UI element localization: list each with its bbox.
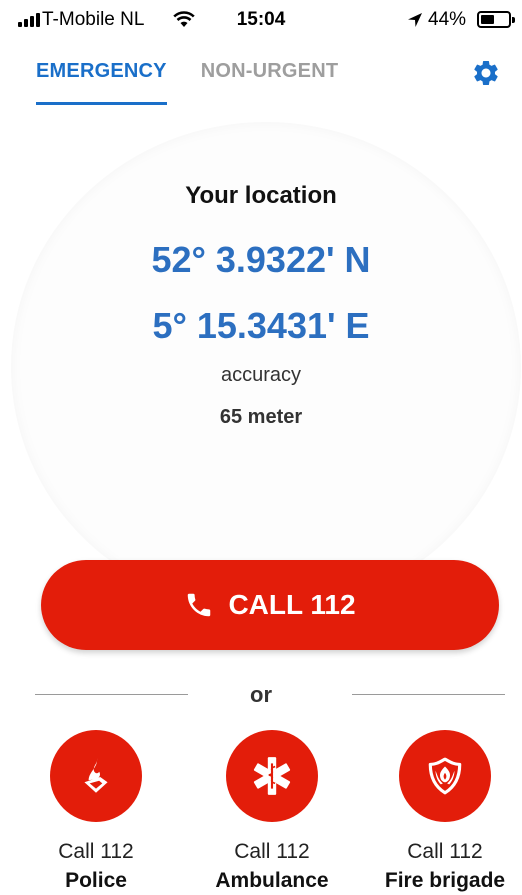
fire-brigade-line2: Fire brigade xyxy=(384,869,506,892)
star-of-life-icon xyxy=(253,757,291,795)
fire-brigade-button[interactable]: Call 112 Fire brigade xyxy=(375,730,515,893)
fire-brigade-circle xyxy=(399,730,491,822)
tab-bar: EMERGENCY NON-URGENT xyxy=(36,55,338,107)
police-line1: Call 112 xyxy=(58,840,134,863)
ambulance-line2: Ambulance xyxy=(215,869,329,892)
tab-emergency[interactable]: EMERGENCY xyxy=(36,55,167,105)
battery-percentage: 44% xyxy=(428,9,467,30)
accuracy-value: 65 meter xyxy=(219,406,303,428)
ambulance-button[interactable]: Call 112 Ambulance xyxy=(202,730,342,893)
fire-brigade-icon xyxy=(428,757,462,795)
fire-brigade-line1: Call 112 xyxy=(407,840,483,863)
or-label: or xyxy=(250,682,272,707)
accuracy-label: accuracy xyxy=(220,364,302,386)
latitude-value: 52° 3.9322' N xyxy=(151,239,371,280)
gear-icon[interactable] xyxy=(471,58,501,88)
call-button-label: CALL 112 xyxy=(228,589,356,620)
location-arrow-icon xyxy=(408,13,422,27)
divider-right xyxy=(352,694,505,695)
status-bar: T-Mobile NL 15:04 44% xyxy=(0,0,522,40)
call-112-button[interactable]: CALL 112 xyxy=(41,560,499,650)
battery-icon xyxy=(477,11,515,28)
ambulance-line1: Call 112 xyxy=(234,840,310,863)
tab-non-urgent[interactable]: NON-URGENT xyxy=(201,55,339,105)
police-button[interactable]: Call 112 Police xyxy=(26,730,166,893)
police-circle xyxy=(50,730,142,822)
longitude-value: 5° 15.3431' E xyxy=(152,305,370,346)
phone-icon xyxy=(188,593,211,617)
police-line2: Police xyxy=(65,869,127,892)
police-icon xyxy=(84,758,108,793)
location-title: Your location xyxy=(185,182,337,209)
ambulance-circle xyxy=(226,730,318,822)
